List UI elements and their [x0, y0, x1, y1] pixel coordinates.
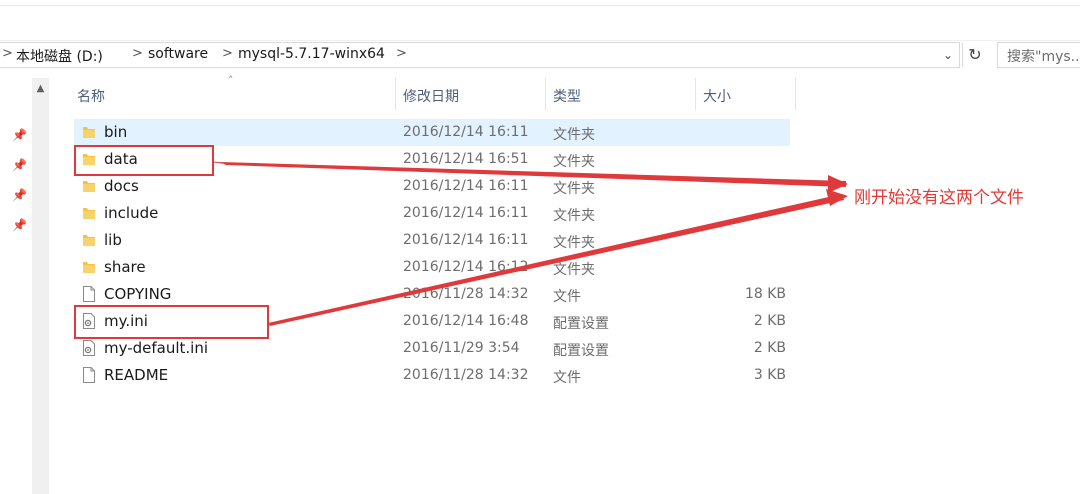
annotation-text: 刚开始没有这两个文件	[854, 188, 1024, 208]
arrowhead-data	[828, 175, 848, 193]
arrowhead-my-ini	[826, 189, 848, 206]
arrow-shaft-my-ini	[268, 194, 844, 326]
arrow-shaft-data	[220, 162, 846, 187]
annotation-arrows	[213, 161, 848, 326]
